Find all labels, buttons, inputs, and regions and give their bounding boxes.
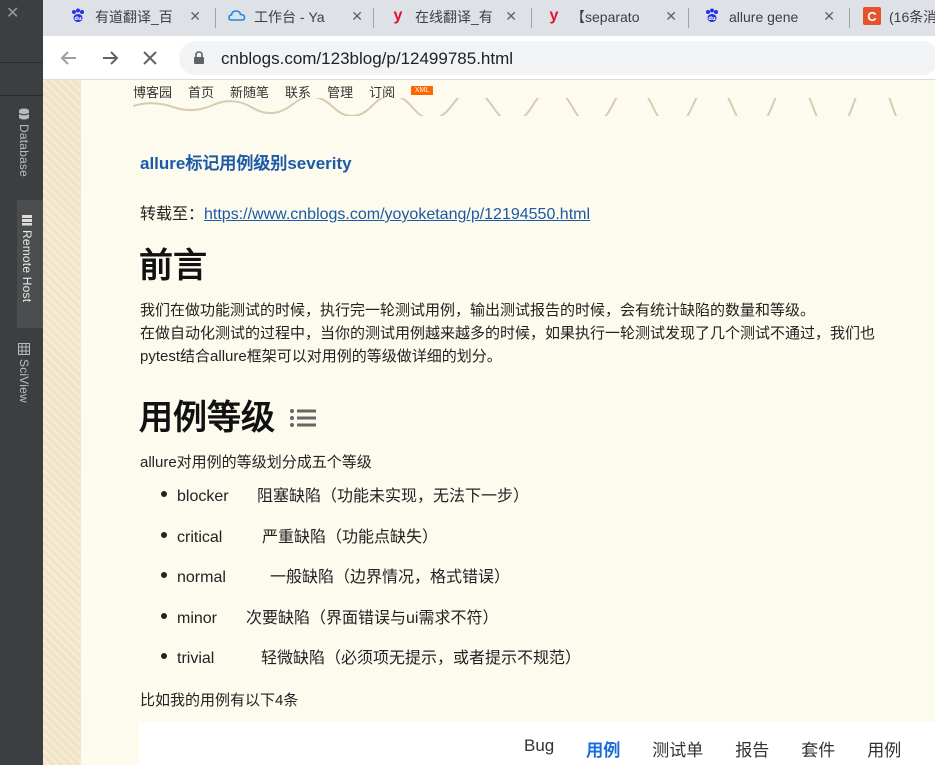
paragraph: 我们在做功能测试的时候，执行完一轮测试用例，输出测试报告的时候，会有统计缺陷的数… — [140, 302, 816, 319]
level-name: trivial — [177, 650, 215, 667]
tab-separator — [373, 8, 374, 28]
repost-label: 转载至： — [140, 206, 205, 223]
paragraph: pytest结合allure框架可以对用例的等级做详细的划分。 — [140, 348, 502, 365]
repost-link[interactable]: https://www.cnblogs.com/yoyoketang/p/121… — [204, 206, 590, 223]
close-icon[interactable]: ✕ — [505, 8, 517, 25]
browser-tab[interactable]: 工作台 - Ya ✕ — [228, 0, 363, 34]
ide-tab-label: Remote Host — [20, 230, 34, 303]
browser-tab[interactable]: y 在线翻译_有 ✕ — [389, 0, 517, 34]
level-name: critical — [177, 528, 223, 546]
ide-divider — [0, 62, 43, 63]
y-icon: y — [393, 7, 403, 24]
address-bar[interactable]: cnblogs.com/123blog/p/12499785.html — [179, 41, 935, 75]
ide-side-panel: ✕ Database Remote Host SciView — [0, 0, 43, 765]
browser-toolbar: cnblogs.com/123blog/p/12499785.html — [43, 36, 935, 80]
tab-testcase-lib[interactable]: 用例 — [867, 736, 901, 761]
browser-tab[interactable]: du 有道翻译_百 ✕ — [69, 0, 201, 34]
tab-title: allure gene — [729, 9, 799, 25]
heading-preface: 前言 — [139, 246, 207, 286]
stop-loading-button[interactable] — [138, 46, 162, 70]
level-desc: 轻微缺陷（必须项无提示，或者提示不规范） — [261, 650, 582, 667]
close-icon[interactable]: ✕ — [665, 8, 677, 25]
list-item: minor 次要缺陷（界面错误与ui需求不符） — [160, 604, 581, 645]
tab-title: 工作台 - Ya — [254, 9, 325, 25]
page-background-texture — [43, 80, 81, 765]
web-page: 博客园 首页 新随笔 联系 管理 订阅 XML allure标记用例级别seve… — [43, 80, 935, 765]
tab-testtask[interactable]: 测试单 — [652, 736, 703, 761]
grid-icon — [18, 343, 30, 355]
level-desc: 一般缺陷（边界情况，格式错误） — [270, 569, 511, 586]
paw-icon: du — [69, 7, 87, 25]
ide-tab-remote-host[interactable]: Remote Host — [17, 214, 37, 302]
severity-level-list: blocker 阻塞缺陷（功能未实现，无法下一步） critical 严重缺陷（功能… — [160, 482, 582, 685]
tab-suite[interactable]: 套件 — [801, 736, 835, 761]
level-desc: 严重缺陷（功能点缺失） — [262, 528, 439, 546]
level-name: normal — [177, 569, 226, 586]
close-icon[interactable]: ✕ — [189, 8, 201, 25]
tab-report[interactable]: 报告 — [735, 736, 769, 761]
tab-testcase[interactable]: 用例 — [586, 736, 620, 761]
tab-title: (16条消 — [889, 9, 935, 25]
close-icon[interactable]: ✕ — [351, 8, 363, 25]
heading-levels: 用例等级 — [139, 390, 317, 439]
browser-tab[interactable]: du allure gene ✕ — [703, 0, 835, 34]
arrow-left-icon — [60, 51, 76, 65]
browser-tab[interactable]: C (16条消 — [863, 0, 935, 34]
c-icon: C — [863, 7, 881, 25]
tab-bug[interactable]: Bug — [524, 736, 554, 761]
zentao-tab-bar: Bug 用例 测试单 报告 套件 用例 — [524, 736, 933, 761]
tab-separator — [215, 8, 216, 28]
svg-text:du: du — [708, 16, 716, 22]
post-title[interactable]: allure标记用例级别severity — [140, 149, 352, 174]
close-icon — [143, 51, 157, 65]
browser-tab-strip: du 有道翻译_百 ✕ 工作台 - Ya ✕ y 在线翻译_有 ✕ y 【sep… — [43, 0, 935, 36]
forward-button[interactable] — [98, 46, 122, 70]
y-icon: y — [549, 7, 559, 24]
ide-tab-label: Database — [17, 124, 31, 177]
ide-tab-database[interactable]: Database — [14, 108, 34, 177]
url-text[interactable]: cnblogs.com/123blog/p/12499785.html — [221, 49, 513, 69]
embedded-screenshot: Bug 用例 测试单 报告 套件 用例 — [139, 722, 935, 765]
tab-title: 【separato — [571, 9, 640, 25]
browser-tab[interactable]: y 【separato ✕ — [545, 0, 677, 34]
lock-icon[interactable] — [193, 51, 205, 65]
paragraph: 在做自动化测试的过程中，当你的测试用例越来越多的时候，如果执行一轮测试发现了几个… — [140, 325, 876, 342]
level-desc: 次要缺陷（界面错误与ui需求不符） — [246, 609, 499, 627]
server-icon — [22, 215, 32, 226]
paragraph: 比如我的用例有以下4条 — [140, 692, 299, 709]
ide-divider — [0, 95, 43, 96]
paragraph: allure对用例的等级划分成五个等级 — [140, 454, 372, 471]
database-icon — [18, 108, 30, 120]
list-item: blocker 阻塞缺陷（功能未实现，无法下一步） — [160, 482, 581, 523]
tab-title: 有道翻译_百 — [95, 9, 173, 25]
xml-feed-icon[interactable]: XML — [411, 86, 434, 95]
back-button[interactable] — [57, 46, 81, 70]
torn-paper-edge — [133, 98, 935, 116]
svg-text:du: du — [74, 16, 82, 22]
list-item: critical 严重缺陷（功能点缺失） — [160, 523, 581, 564]
tab-separator — [531, 8, 532, 28]
ide-tab-label: SciView — [17, 359, 31, 403]
list-item: normal 一般缺陷（边界情况，格式错误） — [160, 563, 581, 604]
ide-tab-sciview[interactable]: SciView — [14, 343, 34, 403]
close-icon[interactable]: ✕ — [6, 3, 19, 23]
level-name: minor — [177, 609, 218, 627]
paw-icon: du — [703, 7, 721, 25]
tab-title: 在线翻译_有 — [415, 9, 493, 25]
level-name: blocker — [177, 488, 229, 505]
tab-separator — [688, 8, 689, 28]
repost-line: 转载至：https://www.cnblogs.com/yoyoketang/p… — [140, 200, 590, 224]
list-item: trivial 轻微缺陷（必须项无提示，或者提示不规范） — [160, 644, 582, 685]
arrow-right-icon — [103, 51, 119, 65]
cloud-icon — [228, 7, 246, 25]
level-desc: 阻塞缺陷（功能未实现，无法下一步） — [257, 488, 530, 505]
list-icon[interactable] — [289, 406, 317, 430]
close-icon[interactable]: ✕ — [823, 8, 835, 25]
heading-levels-text: 用例等级 — [139, 398, 275, 438]
tab-separator — [849, 8, 850, 28]
